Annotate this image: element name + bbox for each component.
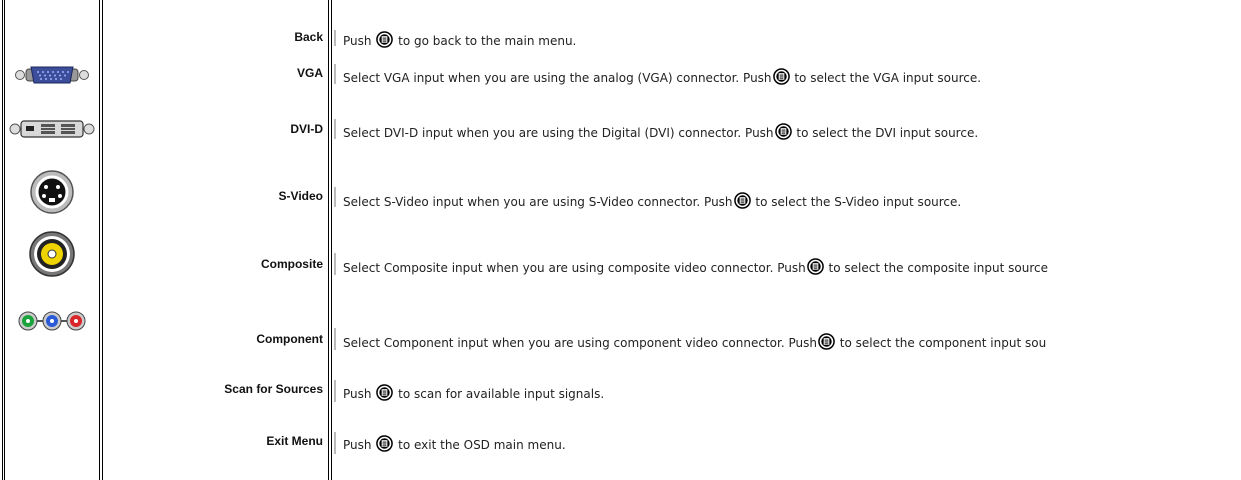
row-separator: [334, 119, 336, 139]
row-separator: [334, 432, 336, 454]
row-label-composite: Composite: [260, 257, 323, 271]
row-label-dvi-d: DVI-D: [290, 122, 323, 136]
row-description: Select S-Video input when you are using …: [343, 192, 961, 209]
menu-button-icon: [774, 123, 792, 140]
row-label-exit-menu: Exit Menu: [266, 434, 323, 448]
table-row: VGA Select VGA input when you are using …: [0, 60, 1241, 90]
row-description: Select Component input when you are usin…: [343, 333, 1046, 350]
row-separator: [334, 253, 336, 275]
table-row: DVI-D Select DVI-D input when you are us…: [0, 115, 1241, 143]
svideo-connector-icon: [4, 167, 100, 217]
row-label-back: Back: [294, 30, 323, 44]
row-description: Push to scan for available input signals…: [343, 384, 604, 401]
table-row: Composite Select Composite input when yo…: [0, 223, 1241, 285]
row-separator: [334, 328, 336, 350]
vga-connector-icon: [4, 60, 100, 90]
component-connector-icon: [4, 308, 100, 334]
menu-button-icon: [376, 384, 394, 401]
row-description: Select Composite input when you are usin…: [343, 258, 1048, 275]
menu-button-icon: [733, 192, 751, 209]
dvi-connector-icon: [4, 115, 100, 143]
menu-button-icon: [818, 333, 835, 350]
menu-button-icon: [376, 31, 394, 48]
row-label-component: Component: [256, 332, 323, 346]
row-separator: [334, 187, 336, 207]
menu-button-icon: [376, 435, 394, 452]
table-row: Component Select Component input when yo…: [0, 300, 1241, 350]
row-description: Select VGA input when you are using the …: [343, 68, 981, 85]
row-separator: [334, 380, 336, 402]
row-description: Push to exit the OSD main menu.: [343, 435, 566, 452]
row-description: Select DVI-D input when you are using th…: [343, 123, 978, 140]
composite-connector-icon: [4, 229, 100, 279]
table-row: S-Video Select S-Video input when you ar…: [0, 167, 1241, 217]
row-description: Push to go back to the main menu.: [343, 31, 576, 48]
menu-button-icon: [806, 258, 824, 275]
menu-button-icon: [772, 68, 790, 85]
table-row: Exit Menu Push to exit the OSD main menu…: [0, 430, 1241, 458]
row-label-scan-for-sources: Scan for Sources: [224, 382, 323, 396]
row-separator: [334, 30, 336, 46]
row-separator: [334, 64, 336, 84]
row-label-s-video: S-Video: [278, 189, 323, 203]
table-row: Back Push to go back to the main menu.: [0, 26, 1241, 48]
table-row: Scan for Sources Push to scan for availa…: [0, 378, 1241, 406]
row-label-vga: VGA: [296, 66, 323, 80]
